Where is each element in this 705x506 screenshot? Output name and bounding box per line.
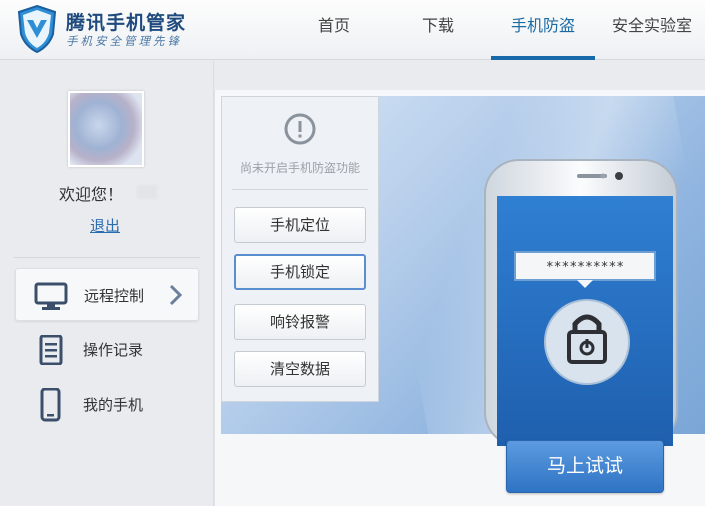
welcome-text: 欢迎您！ (59, 185, 124, 204)
nav-download[interactable]: 下载 (402, 0, 474, 60)
main-panel: ********** 尚未开启手机防盗功能 手机定位 手机锁定 响铃报警 清空数… (214, 90, 705, 506)
phone-icon (40, 388, 61, 422)
not-enabled-notice: 尚未开启手机防盗功能 (239, 161, 360, 175)
nav-active-indicator (491, 56, 595, 60)
wipe-data-button[interactable]: 清空数据 (234, 351, 366, 387)
ring-alarm-button[interactable]: 响铃报警 (234, 304, 366, 340)
sidebar-item-operation-log[interactable]: 操作记录 (15, 323, 199, 376)
smartphone-illustration: ********** (484, 159, 678, 446)
top-header: 腾讯手机管家 手机安全管理先锋 首页 下载 手机防盗 安全实验室 (0, 0, 705, 60)
action-panel: 尚未开启手机防盗功能 手机定位 手机锁定 响铃报警 清空数据 (221, 96, 379, 402)
nav-security-lab[interactable]: 安全实验室 (603, 0, 701, 60)
monitor-icon (34, 282, 68, 310)
nav-home[interactable]: 首页 (298, 0, 370, 60)
sidebar-divider (14, 257, 200, 258)
logout-link[interactable]: 退出 (90, 215, 120, 236)
sidebar-item-label: 远程控制 (84, 287, 145, 305)
sidebar: 欢迎您！ 退出 远程控制 操作记录 我的手机 (0, 61, 214, 506)
sidebar-item-label: 操作记录 (83, 341, 144, 359)
panel-divider (232, 189, 368, 190)
password-mask: ********** (546, 260, 624, 275)
locate-phone-button[interactable]: 手机定位 (234, 207, 366, 243)
chevron-right-icon (169, 284, 183, 306)
document-icon (39, 335, 63, 365)
sidebar-item-remote-control[interactable]: 远程控制 (15, 268, 199, 321)
exclamation-circle-icon (284, 113, 316, 145)
avatar (68, 91, 144, 167)
lock-phone-button[interactable]: 手机锁定 (234, 254, 366, 290)
brand-slogan: 手机安全管理先锋 (66, 34, 182, 48)
shield-logo-icon[interactable] (16, 4, 58, 54)
sidebar-item-label: 我的手机 (83, 396, 144, 414)
brand-title: 腾讯手机管家 (66, 12, 187, 34)
username-blurred (137, 185, 157, 199)
sidebar-item-my-phone[interactable]: 我的手机 (15, 378, 199, 431)
try-now-button[interactable]: 马上试试 (506, 440, 664, 493)
nav-anti-theft[interactable]: 手机防盗 (491, 0, 595, 60)
